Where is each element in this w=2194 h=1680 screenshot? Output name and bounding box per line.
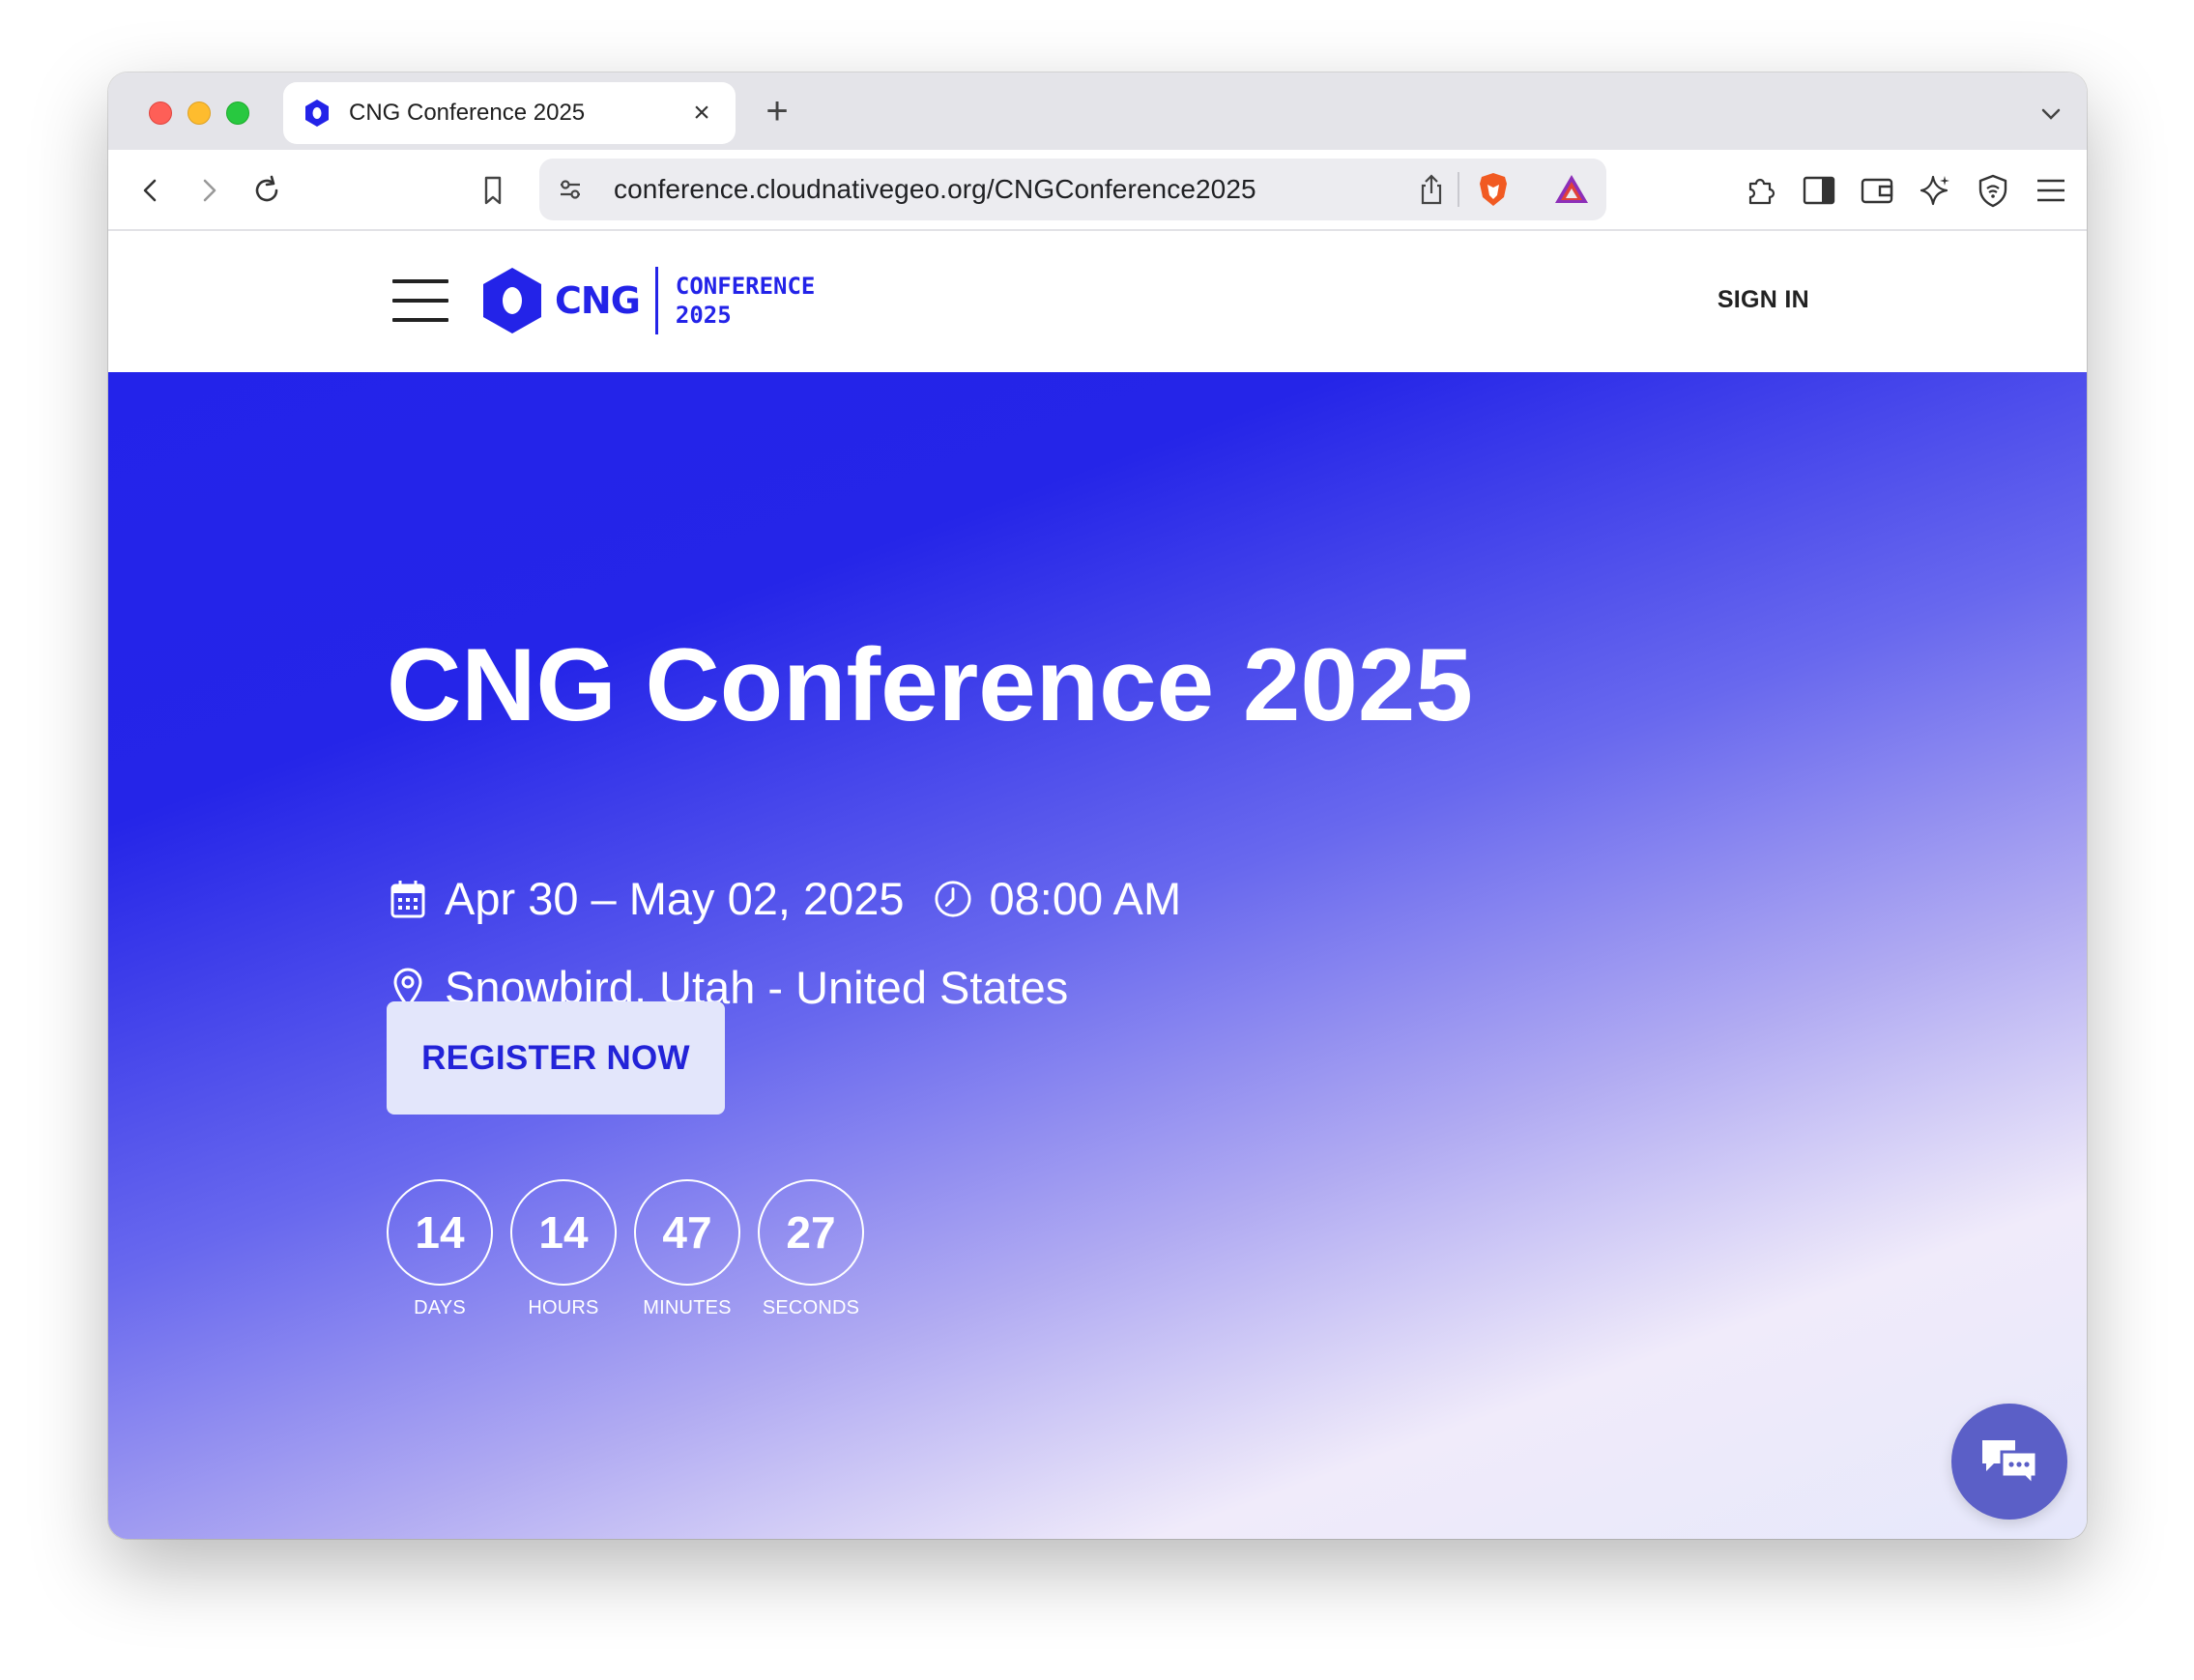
page-title: CNG Conference 2025	[387, 626, 1473, 742]
logo-divider	[654, 267, 658, 334]
logo-subtitle-line2: 2025	[675, 302, 732, 329]
countdown-days: 14 DAYS	[387, 1179, 493, 1319]
tab-list-chevron-icon[interactable]	[2036, 100, 2065, 129]
countdown-timer: 14 DAYS 14 HOURS 47 MINUTES 27 SECONDS	[387, 1179, 881, 1319]
site-settings-icon[interactable]	[555, 174, 586, 205]
logo-text: CNG	[555, 279, 641, 322]
countdown-hours-value: 14	[510, 1179, 617, 1286]
countdown-seconds: 27 SECONDS	[758, 1179, 864, 1319]
tab-close-icon[interactable]: ×	[687, 99, 716, 128]
hamburger-menu-icon[interactable]	[392, 279, 448, 322]
new-tab-button[interactable]: +	[758, 92, 796, 130]
minimize-window-button[interactable]	[188, 101, 211, 125]
sidebar-toggle-icon[interactable]	[1800, 171, 1838, 210]
countdown-seconds-value: 27	[758, 1179, 864, 1286]
bookmark-icon[interactable]	[474, 171, 512, 210]
browser-menu-icon[interactable]	[2032, 171, 2070, 210]
chat-widget-button[interactable]	[1951, 1404, 2067, 1520]
countdown-minutes-value: 47	[634, 1179, 740, 1286]
cng-logo[interactable]: CNG CONFERENCE 2025	[479, 266, 815, 335]
forward-arrow-icon[interactable]	[189, 171, 228, 210]
hero-section: CNG Conference 2025 Apr 30 – May 02, 202…	[108, 372, 2087, 1539]
share-icon[interactable]	[1415, 172, 1448, 207]
urlbar-divider	[1458, 172, 1459, 207]
close-window-button[interactable]	[149, 101, 172, 125]
active-tab[interactable]: CNG Conference 2025 ×	[283, 82, 736, 144]
sign-in-link[interactable]: SIGN IN	[1718, 286, 1809, 314]
maximize-window-button[interactable]	[226, 101, 249, 125]
brave-shields-icon[interactable]	[1475, 170, 1512, 209]
reload-icon[interactable]	[247, 171, 286, 210]
event-datetime: Apr 30 – May 02, 2025 08:00 AM	[389, 872, 1181, 925]
leo-ai-sparkle-icon[interactable]	[1916, 171, 1954, 210]
logo-subtitle: CONFERENCE 2025	[676, 272, 816, 330]
address-bar[interactable]: conference.cloudnativegeo.org/CNGConfere…	[539, 159, 1606, 220]
countdown-hours-label: HOURS	[528, 1297, 599, 1318]
extensions-puzzle-icon[interactable]	[1742, 171, 1780, 210]
calendar-icon	[389, 878, 427, 920]
clock-icon	[934, 878, 972, 920]
countdown-seconds-label: SECONDS	[762, 1297, 860, 1318]
back-arrow-icon[interactable]	[131, 171, 170, 210]
logo-subtitle-line1: CONFERENCE	[675, 273, 816, 300]
countdown-minutes: 47 MINUTES	[634, 1179, 740, 1319]
browser-toolbar: conference.cloudnativegeo.org/CNGConfere…	[108, 150, 2087, 231]
tab-strip: CNG Conference 2025 × +	[108, 72, 2087, 150]
cng-favicon-icon	[303, 99, 332, 128]
wallet-icon[interactable]	[1858, 171, 1896, 210]
countdown-minutes-label: MINUTES	[643, 1297, 732, 1318]
chat-bubbles-icon	[1982, 1440, 2038, 1489]
browser-window: CNG Conference 2025 × + conference.cloud…	[108, 72, 2087, 1539]
event-dates: Apr 30 – May 02, 2025	[445, 873, 905, 924]
site-header: CNG CONFERENCE 2025 SIGN IN	[108, 231, 2087, 372]
countdown-days-value: 14	[387, 1179, 493, 1286]
url-text: conference.cloudnativegeo.org/CNGConfere…	[614, 174, 1256, 204]
vpn-shield-icon[interactable]	[1974, 171, 2012, 210]
event-time: 08:00 AM	[989, 873, 1182, 924]
cng-hexagon-icon	[483, 268, 541, 333]
brave-rewards-icon[interactable]	[1552, 172, 1591, 207]
tab-title: CNG Conference 2025	[349, 100, 586, 126]
countdown-hours: 14 HOURS	[510, 1179, 617, 1319]
countdown-days-label: DAYS	[414, 1297, 466, 1318]
register-now-button[interactable]: REGISTER NOW	[387, 1001, 725, 1115]
